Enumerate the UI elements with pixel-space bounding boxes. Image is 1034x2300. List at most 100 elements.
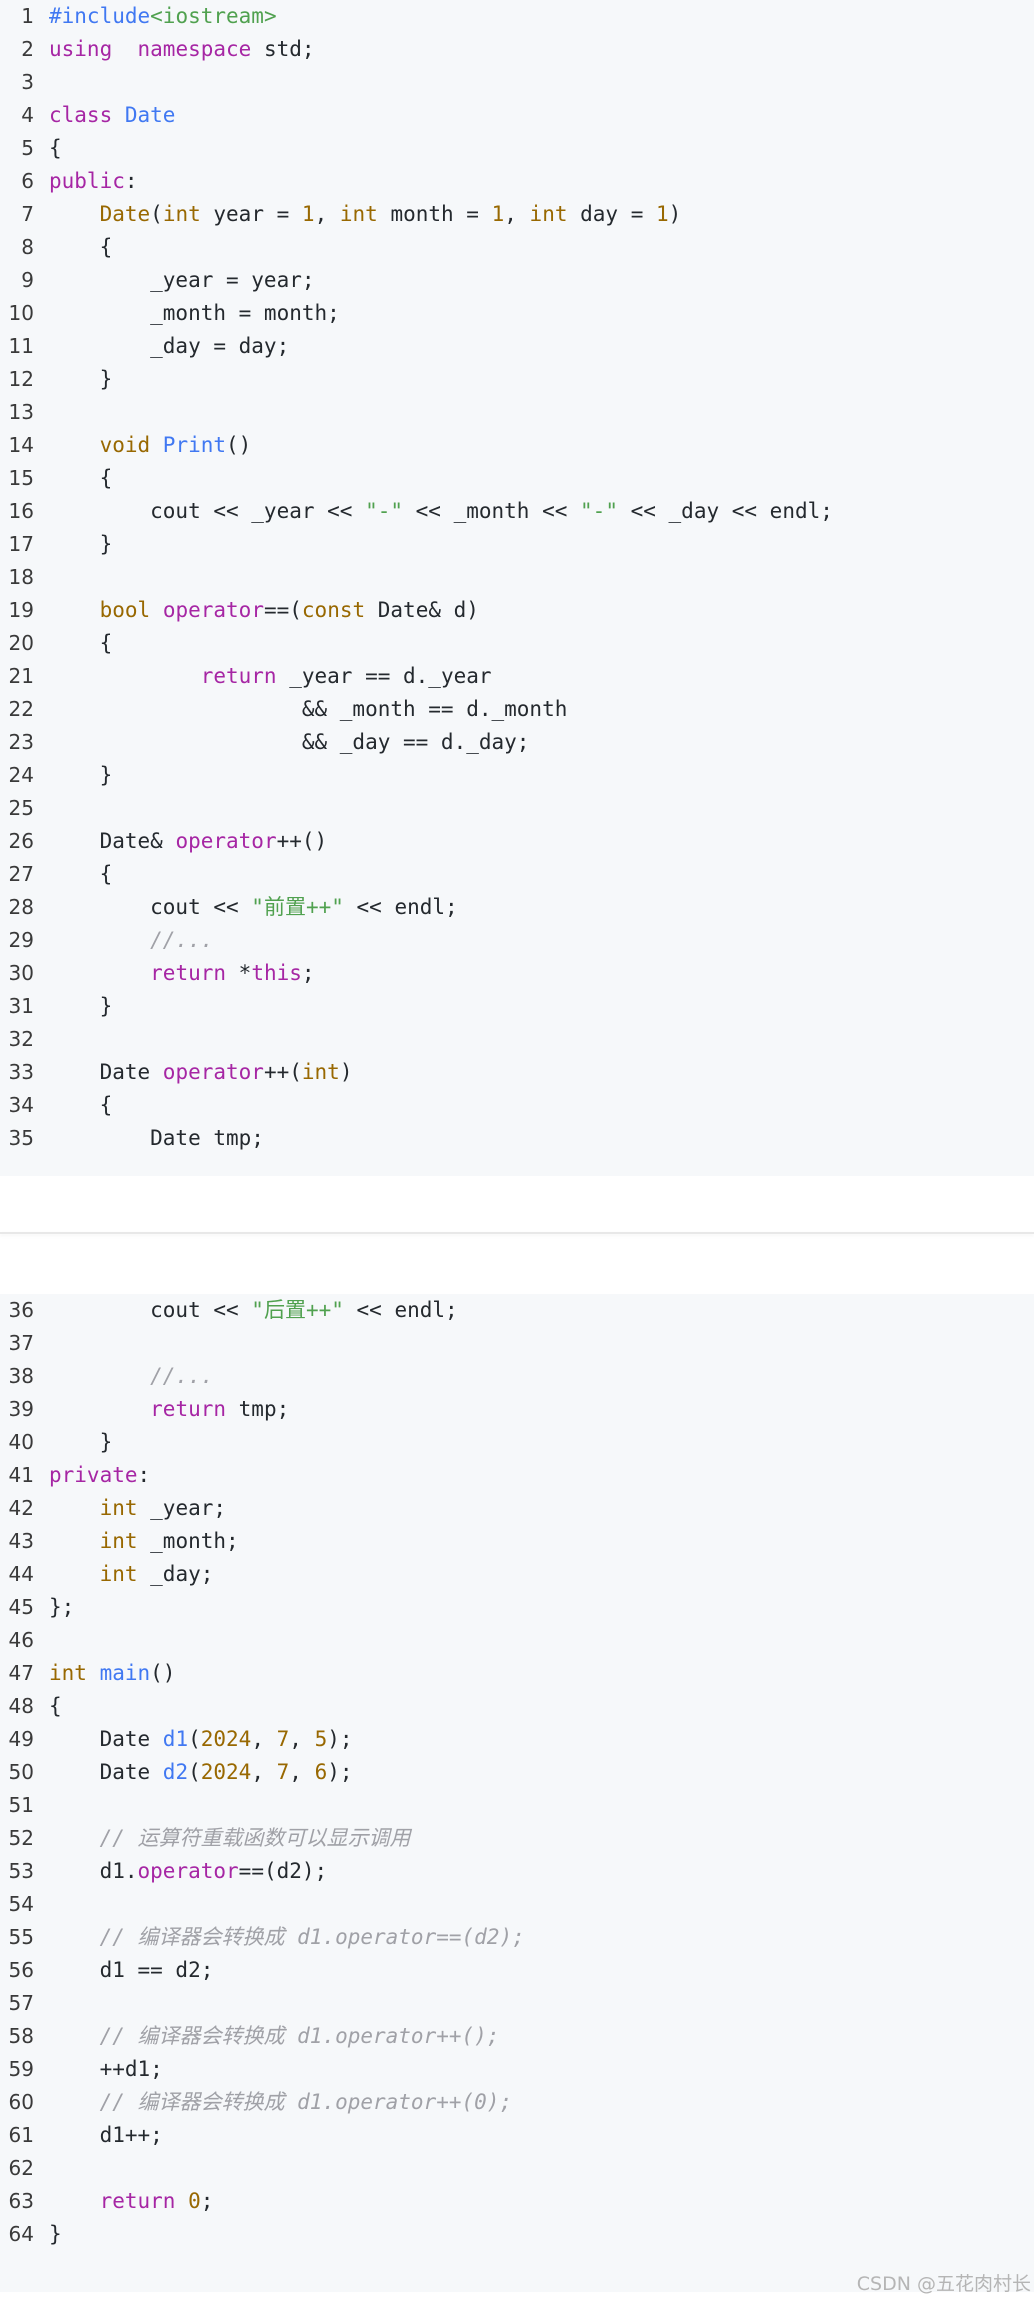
code-text: && _month == d._month — [49, 697, 568, 721]
line-number: 3 — [21, 70, 34, 94]
code-text: Date& operator++() — [49, 829, 328, 853]
code-text: cout << "前置++" << endl; — [49, 895, 458, 919]
code-text: using namespace std; — [49, 37, 315, 61]
line-number: 38 — [8, 1364, 34, 1388]
code-text: _day = day; — [49, 334, 290, 358]
line-number: 61 — [8, 2123, 34, 2147]
code-text: //... — [150, 928, 214, 952]
code-text: Date tmp; — [49, 1126, 264, 1150]
line-number: 58 — [8, 2024, 34, 2048]
line-number: 50 — [8, 1760, 34, 1784]
code-text: int _year; — [99, 1496, 227, 1520]
block-divider — [0, 1232, 1034, 1234]
code-text: { — [49, 862, 113, 886]
line-number: 24 — [8, 763, 34, 787]
csdn-watermark: CSDN @五花肉村长 — [856, 2273, 1031, 2295]
line-number: 29 — [8, 928, 34, 952]
line-number: 64 — [8, 2222, 34, 2246]
line-number: 11 — [8, 334, 34, 358]
line-number: 21 — [8, 664, 34, 688]
line-number: 44 — [8, 1562, 34, 1586]
code-text: return 0; — [99, 2189, 214, 2213]
code-text: // 运算符重载函数可以显示调用 — [99, 1826, 411, 1850]
code-text: { — [49, 466, 113, 490]
code-text: } — [49, 1430, 113, 1454]
line-number: 2 — [21, 37, 34, 61]
line-number: 28 — [8, 895, 34, 919]
line-number: 8 — [21, 235, 34, 259]
code-text: Date d1(2024, 7, 5); — [49, 1727, 353, 1751]
code-text: } — [49, 2222, 62, 2246]
code-text: { — [49, 631, 113, 655]
line-number: 60 — [8, 2090, 34, 2114]
line-number: 9 — [21, 268, 34, 292]
line-number: 42 — [8, 1496, 34, 1520]
code-text: public: — [49, 169, 138, 193]
line-number: 43 — [8, 1529, 34, 1553]
code-text: { — [49, 235, 113, 259]
code-text: return _year == d._year — [200, 664, 492, 688]
code-block-1: 1 #include<iostream> 2 using namespace std;… — [0, 0, 1034, 1176]
line-number: 6 — [21, 169, 34, 193]
line-number: 48 — [8, 1694, 34, 1718]
code-text: } — [49, 763, 113, 787]
line-number: 31 — [8, 994, 34, 1018]
code-text: } — [49, 994, 113, 1018]
code-text: bool operator==(const Date& d) — [99, 598, 479, 622]
code-text: #include<iostream> — [49, 4, 277, 28]
line-number: 15 — [8, 466, 34, 490]
line-number: 59 — [8, 2057, 34, 2081]
code-text: Date operator++(int) — [49, 1060, 353, 1084]
code-text: int _day; — [99, 1562, 214, 1586]
line-number: 36 — [8, 1298, 34, 1322]
code-text: Date(int year = 1, int month = 1, int da… — [99, 202, 682, 226]
line-number: 30 — [8, 961, 34, 985]
code-text: private: — [49, 1463, 151, 1487]
code-text: } — [49, 367, 113, 391]
line-number: 20 — [8, 631, 34, 655]
code-text: { — [49, 136, 62, 160]
line-number: 35 — [8, 1126, 34, 1150]
line-number: 39 — [8, 1397, 34, 1421]
code-text: _month = month; — [49, 301, 340, 325]
code-text: } — [49, 532, 113, 556]
line-number: 26 — [8, 829, 34, 853]
code-text: cout << _year << "-" << _month << "-" <<… — [49, 499, 833, 523]
line-number: 27 — [8, 862, 34, 886]
code-text: { — [49, 1694, 62, 1718]
code-block-2: 36 cout << "后置++" << endl; 37 38 //... 39 r… — [0, 1294, 1034, 2292]
line-number: 1 — [21, 4, 34, 28]
code-text: d1.operator==(d2); — [49, 1859, 328, 1883]
line-number: 22 — [8, 697, 34, 721]
line-number: 34 — [8, 1093, 34, 1117]
code-text: void Print() — [99, 433, 252, 457]
line-number: 47 — [8, 1661, 34, 1685]
code-text: class Date — [49, 103, 176, 127]
code-text: //... — [150, 1364, 214, 1388]
line-number: 55 — [8, 1925, 34, 1949]
code-text: ++d1; — [49, 2057, 163, 2081]
line-number: 54 — [8, 1892, 34, 1916]
line-number: 25 — [8, 796, 34, 820]
code-text: // 编译器会转换成 d1.operator++(); — [99, 2024, 500, 2048]
line-number: 40 — [8, 1430, 34, 1454]
line-number: 49 — [8, 1727, 34, 1751]
line-number: 4 — [21, 103, 34, 127]
line-number: 45 — [8, 1595, 34, 1619]
line-number: 57 — [8, 1991, 34, 2015]
line-number: 51 — [8, 1793, 34, 1817]
code-text: && _day == d._day; — [49, 730, 530, 754]
code-text: return *this; — [150, 961, 315, 985]
code-text: }; — [49, 1595, 75, 1619]
line-number: 16 — [8, 499, 34, 523]
line-number: 23 — [8, 730, 34, 754]
code-text: { — [49, 1093, 113, 1117]
code-text: _year = year; — [49, 268, 315, 292]
code-text: d1++; — [49, 2123, 163, 2147]
line-number: 37 — [8, 1331, 34, 1355]
code-text: int main() — [49, 1661, 176, 1685]
line-number: 14 — [8, 433, 34, 457]
code-text: d1 == d2; — [49, 1958, 214, 1982]
code-text: int _month; — [99, 1529, 239, 1553]
line-number: 17 — [8, 532, 34, 556]
